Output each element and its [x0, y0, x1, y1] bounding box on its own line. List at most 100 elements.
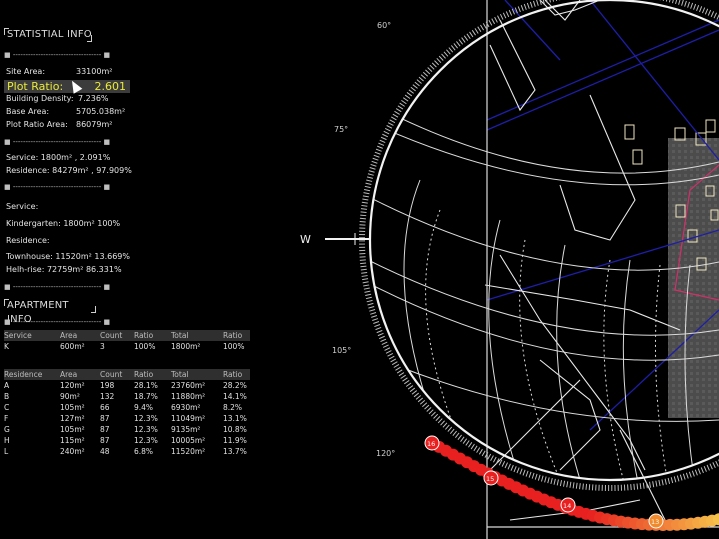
base-area-label: Base Area: — [6, 107, 50, 116]
separator: ■ ----------------------------------- ■ — [4, 318, 111, 326]
table-cell: 105m² — [60, 403, 85, 412]
table-cell: 66 — [100, 403, 110, 412]
table-cell: 127m² — [60, 414, 85, 423]
residence-summary: Residence: 84279m² , 97.909% — [6, 166, 132, 175]
table-cell: K — [4, 342, 9, 351]
table-cell: C — [4, 403, 10, 412]
section-title: STATISTIAL INFO — [7, 29, 92, 40]
table-cell: 12.3% — [134, 436, 158, 445]
table-header-cell: Count — [100, 369, 134, 380]
angle-label: 75° — [334, 125, 348, 134]
table-row: B 90m² 132 18.7% 11880m² 14.1% — [4, 391, 250, 402]
plot-ratio-area-value: 86079m² — [76, 120, 113, 129]
hour-marker: 14 — [560, 497, 576, 513]
table-cell: H — [4, 436, 10, 445]
table-cell: 87 — [100, 414, 110, 423]
table-header-cell: Total — [171, 330, 223, 341]
table-header-cell: Total — [171, 369, 223, 380]
table-cell: 23760m² — [171, 381, 206, 390]
table-row: F 127m² 87 12.3% 11049m² 13.1% — [4, 413, 250, 424]
svg-text:13: 13 — [651, 518, 659, 526]
table-cell: 12.3% — [134, 425, 158, 434]
table-cell: 600m² — [60, 342, 85, 351]
road-outlines — [484, 0, 681, 521]
plot-ratio-label: Plot Ratio: — [7, 80, 64, 93]
residence-title: Residence: — [6, 236, 50, 245]
table-cell: 11049m² — [171, 414, 206, 423]
table-header-cell: Ratio — [134, 369, 171, 380]
table-cell: 6930m² — [171, 403, 201, 412]
plot-ratio-area-label: Plot Ratio Area: — [6, 120, 68, 129]
table-cell: 6.8% — [134, 447, 154, 456]
table-header-cell: Ratio — [134, 330, 171, 341]
table-header-row: Service Area Count Ratio Total Ratio — [4, 330, 250, 341]
apartment-info-header: APARTMENT INFO — [4, 299, 96, 325]
table-cell: 13.1% — [223, 414, 247, 423]
compass-ring — [368, 0, 719, 482]
plot-ratio-highlight[interactable]: Plot Ratio: 2.601 — [4, 80, 130, 93]
table-header-cell: Ratio — [223, 330, 250, 341]
table-header-cell: Service — [4, 330, 60, 341]
west-label: W — [300, 233, 311, 246]
separator: ■ ----------------------------------- ■ — [4, 283, 111, 291]
angle-label: 105° — [332, 346, 351, 355]
table-cell: 100% — [223, 342, 245, 351]
hour-marker: 16 — [424, 435, 440, 451]
table-row: K 600m² 3 100% 1800m² 100% — [4, 341, 250, 352]
table-cell: 28.2% — [223, 381, 247, 390]
table-row: C 105m² 66 9.4% 6930m² 8.2% — [4, 402, 250, 413]
svg-text:15: 15 — [486, 475, 494, 483]
table-header-row: Residence Area Count Ratio Total Ratio — [4, 369, 250, 380]
service-summary: Service: 1800m² , 2.091% — [6, 153, 111, 162]
table-cell: 132 — [100, 392, 115, 401]
table-row: G 105m² 87 12.3% 9135m² 10.8% — [4, 424, 250, 435]
building-density-value: 7.236% — [78, 94, 109, 103]
hour-marker: 15 — [483, 470, 499, 486]
base-area-value: 5705.038m² — [76, 107, 126, 116]
table-header-cell: Area — [60, 369, 100, 380]
table-cell: 100% — [134, 342, 156, 351]
table-cell: B — [4, 392, 10, 401]
table-cell: 105m² — [60, 425, 85, 434]
site-area-label: Site Area: — [6, 67, 46, 76]
separator: ■ ----------------------------------- ■ — [4, 51, 111, 59]
table-cell: 11880m² — [171, 392, 206, 401]
table-cell: 1800m² — [171, 342, 201, 351]
statistics-panel: STATISTIAL INFO ■ ----------------------… — [0, 0, 300, 539]
separator: ■ ----------------------------------- ■ — [4, 138, 111, 146]
plot-ratio-value: 2.601 — [94, 80, 127, 93]
table-cell: 28.1% — [134, 381, 158, 390]
table-cell: 48 — [100, 447, 110, 456]
table-cell: 10.8% — [223, 425, 247, 434]
site-area-value: 33100m² — [76, 67, 113, 76]
table-cell: 87 — [100, 436, 110, 445]
table-cell: F — [4, 414, 9, 423]
table-header-cell: Ratio — [223, 369, 250, 380]
table-cell: 90m² — [60, 392, 80, 401]
table-cell: 13.7% — [223, 447, 247, 456]
table-row: H 115m² 87 12.3% 10005m² 11.9% — [4, 435, 250, 446]
table-cell: G — [4, 425, 10, 434]
residence-table: Residence Area Count Ratio Total Ratio A 120m²… — [4, 369, 250, 457]
table-cell: 87 — [100, 425, 110, 434]
table-cell: A — [4, 381, 10, 390]
table-cell: 9135m² — [171, 425, 201, 434]
table-cell: 198 — [100, 381, 115, 390]
table-cell: 115m² — [60, 436, 85, 445]
table-header-cell: Residence — [4, 369, 60, 380]
service-title: Service: — [6, 202, 39, 211]
table-row: L 240m² 48 6.8% 11520m² 13.7% — [4, 446, 250, 457]
townhouse-line: Townhouse: 11520m² 13.669% — [6, 252, 130, 261]
angle-label: 60° — [377, 21, 391, 30]
table-row: A 120m² 198 28.1% 23760m² 28.2% — [4, 380, 250, 391]
table-header-cell: Count — [100, 330, 134, 341]
table-cell: 3 — [100, 342, 105, 351]
table-cell: 11.9% — [223, 436, 247, 445]
kindergarten-line: Kindergarten: 1800m² 100% — [6, 219, 121, 228]
svg-text:14: 14 — [563, 502, 571, 510]
separator: ■ ----------------------------------- ■ — [4, 183, 111, 191]
svg-text:16: 16 — [427, 440, 435, 448]
table-cell: 240m² — [60, 447, 85, 456]
highrise-line: Helh-rise: 72759m² 86.331% — [6, 265, 122, 274]
table-cell: 9.4% — [134, 403, 154, 412]
